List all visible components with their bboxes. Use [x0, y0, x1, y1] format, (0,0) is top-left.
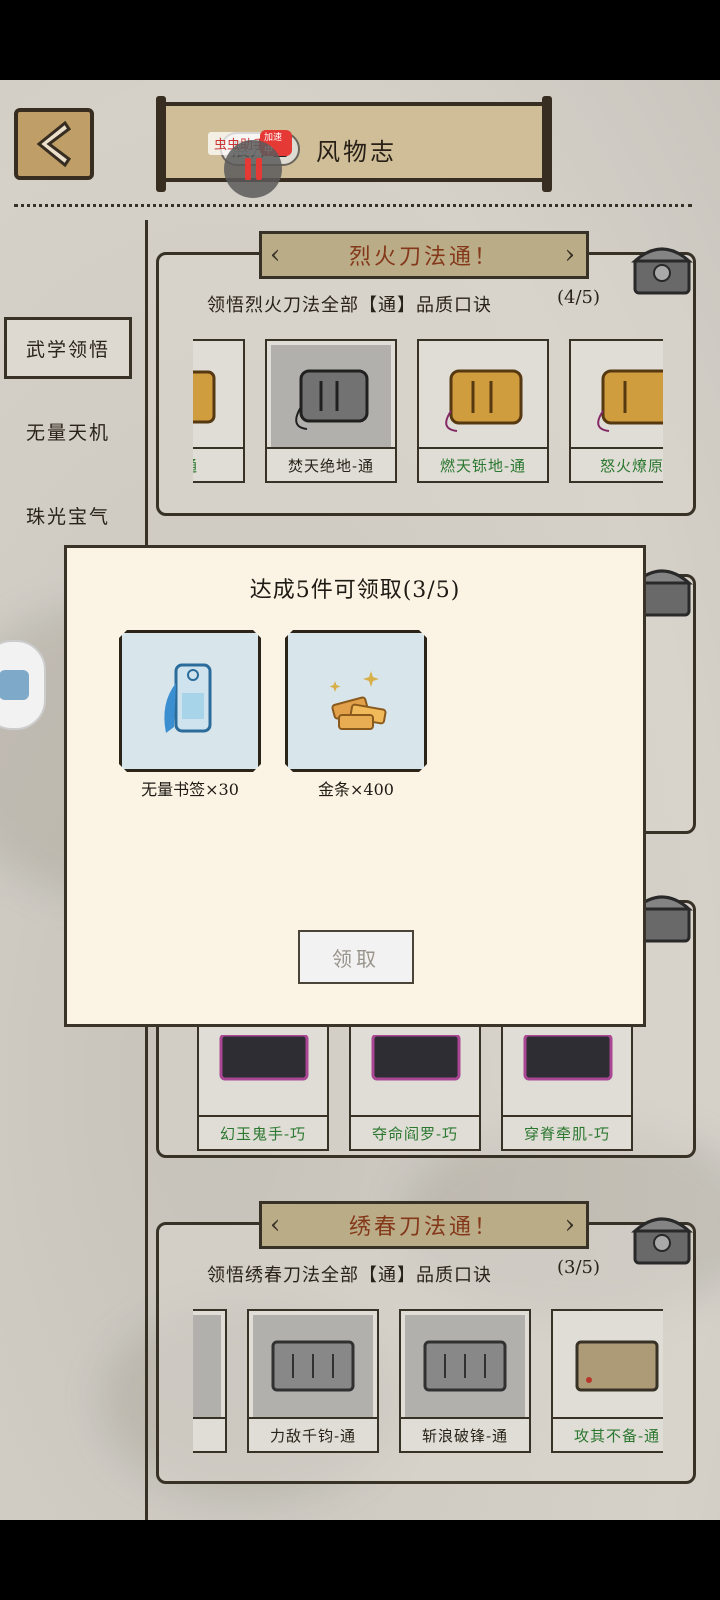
gold-bar-icon	[311, 661, 401, 741]
floating-assistant[interactable]: 虫虫助手 加速中	[208, 130, 292, 198]
reward-item[interactable]: 金条×400	[285, 630, 427, 800]
reward-label: 无量书签×30	[141, 780, 239, 799]
app-icon	[0, 670, 29, 700]
bookmark-icon	[150, 653, 230, 749]
pause-icon[interactable]	[224, 140, 282, 198]
reward-frame	[119, 630, 261, 772]
reward-modal: 达成5件可领取(3/5) 无量书签×30 金条×400 领取	[64, 545, 646, 1027]
game-screen: 展开 ↗ 风物志 武学领悟 无量天机 珠光宝气 烈火刀法通！ 领悟烈火刀法全部【…	[0, 80, 720, 1520]
reward-label: 金条×400	[318, 780, 394, 799]
reward-item[interactable]: 无量书签×30	[119, 630, 261, 800]
claim-button[interactable]: 领取	[298, 930, 414, 984]
floating-app-icon[interactable]	[0, 640, 46, 730]
modal-title: 达成5件可领取(3/5)	[249, 578, 461, 603]
reward-frame	[285, 630, 427, 772]
